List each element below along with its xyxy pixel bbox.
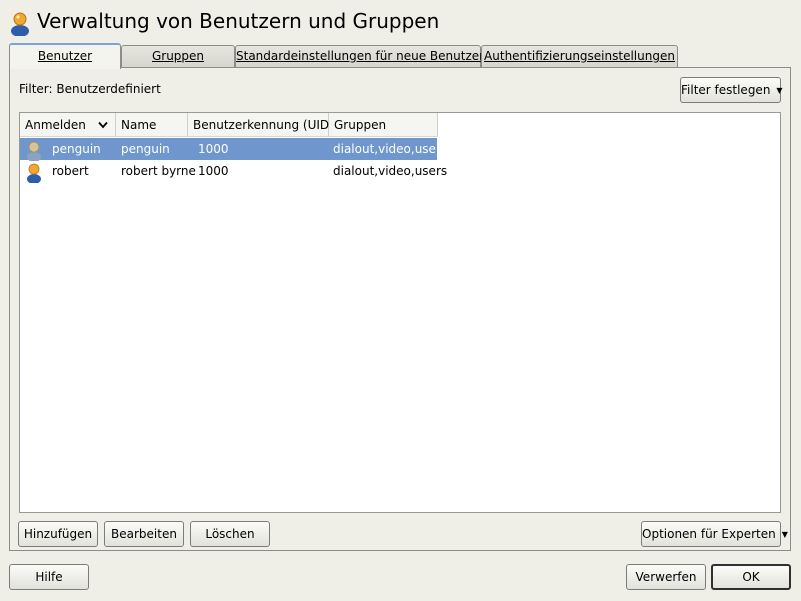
filter-label: Filter: Benutzerdefiniert (19, 82, 161, 96)
tab-authentifizierung[interactable]: Authentifizierungseinstellungen (481, 45, 678, 67)
expert-options-label: Optionen für Experten (642, 527, 776, 541)
column-header-label: Name (121, 118, 157, 132)
cell-name: robert byrne (121, 164, 196, 178)
column-header-label: Gruppen (334, 118, 387, 132)
filter-button-label: Filter festlegen (681, 83, 771, 97)
cell-name: penguin (121, 142, 170, 156)
discard-button-label: Verwerfen (635, 570, 697, 584)
cell-groups: dialout,video,users (333, 164, 448, 178)
column-header-login[interactable]: Anmelden (20, 113, 116, 137)
tab-benutzer[interactable]: Benutzer (9, 43, 121, 69)
table-row[interactable]: penguin penguin 1000 dialout,video,users (20, 138, 447, 161)
tab-gruppen[interactable]: Gruppen (121, 45, 235, 67)
delete-button-label: Löschen (205, 527, 255, 541)
user-admin-icon (11, 12, 29, 36)
column-header-label: Anmelden (25, 118, 86, 132)
ok-button[interactable]: OK (711, 564, 791, 590)
cell-groups: dialout,video,users (333, 142, 448, 156)
discard-button[interactable]: Verwerfen (626, 564, 706, 590)
add-button[interactable]: Hinzufügen (18, 521, 98, 547)
dropdown-arrow-icon: ▼ (776, 86, 783, 95)
column-header-groups[interactable]: Gruppen (329, 113, 438, 137)
sort-chevron-down-icon (98, 121, 108, 129)
window-title: Verwaltung von Benutzern und Gruppen (37, 9, 440, 33)
user-icon (27, 141, 41, 161)
cell-login: penguin (52, 142, 101, 156)
tab-label: Standardeinstellungen für neue Benutzer (236, 49, 485, 63)
ok-button-label: OK (742, 570, 760, 584)
delete-button[interactable]: Löschen (190, 521, 270, 547)
tab-label: Benutzer (37, 49, 93, 63)
tab-label: Gruppen (151, 49, 205, 63)
filter-button[interactable]: Filter festlegen ▼ (680, 77, 783, 103)
edit-button[interactable]: Bearbeiten (104, 521, 184, 547)
user-icon (27, 163, 41, 183)
tab-label: Authentifizierungseinstellungen (484, 49, 675, 63)
expert-options-button[interactable]: Optionen für Experten ▼ (641, 521, 788, 547)
cell-uid: 1000 (198, 164, 229, 178)
column-header-name[interactable]: Name (116, 113, 188, 137)
cell-login: robert (52, 164, 89, 178)
column-header-label: Benutzerkennung (UID) (193, 118, 334, 132)
help-button[interactable]: Hilfe (9, 564, 89, 590)
dropdown-arrow-icon: ▼ (781, 530, 788, 539)
edit-button-label: Bearbeiten (111, 527, 177, 541)
tab-standardeinstellungen[interactable]: Standardeinstellungen für neue Benutzer (235, 45, 485, 67)
column-header-uid[interactable]: Benutzerkennung (UID) (188, 113, 334, 137)
cell-uid: 1000 (198, 142, 229, 156)
users-table[interactable]: Anmelden Name Benutzerkennung (UID) Grup… (19, 112, 781, 513)
table-row[interactable]: robert robert byrne 1000 dialout,video,u… (20, 160, 447, 183)
help-button-label: Hilfe (35, 570, 63, 584)
add-button-label: Hinzufügen (23, 527, 93, 541)
